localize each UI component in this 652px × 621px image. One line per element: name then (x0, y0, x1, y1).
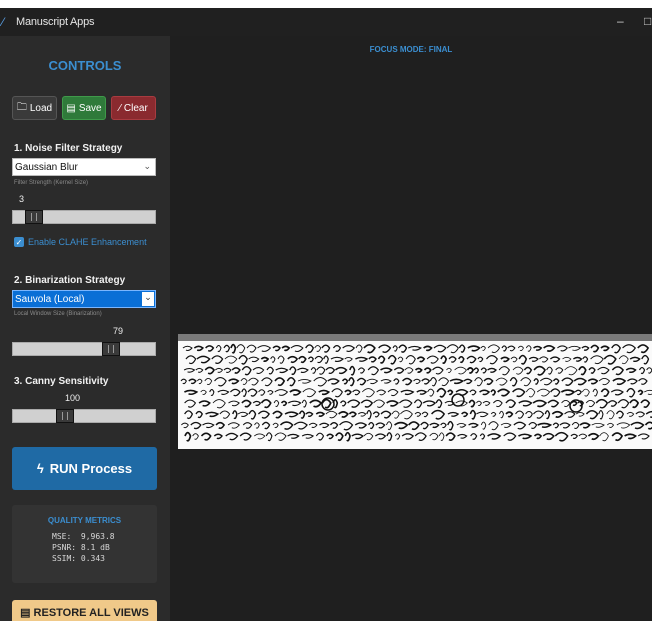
quality-metrics-panel: QUALITY METRICS MSE: 9,963.8 PSNR: 8.1 d… (12, 505, 157, 583)
metric-psnr: PSNR: 8.1 dB (52, 543, 110, 552)
maximize-button[interactable]: □ (644, 14, 651, 28)
restore-all-views-button[interactable]: ▤ RESTORE ALL VIEWS (12, 600, 157, 621)
lightning-icon: ϟ (36, 461, 44, 476)
binarization-select[interactable]: Sauvola (Local) ⌄ (12, 290, 156, 308)
slider-thumb[interactable] (25, 210, 43, 224)
canny-label: 3. Canny Sensitivity (14, 376, 109, 387)
window-size-slider[interactable] (12, 342, 156, 356)
clahe-toggle[interactable]: ✓ Enable CLAHE Enhancement (14, 237, 147, 247)
chevron-down-icon: ⌄ (142, 292, 154, 306)
image-view-area: FOCUS MODE: FINAL (170, 36, 652, 621)
brush-icon: ⁄ (119, 102, 121, 114)
filter-strength-slider[interactable] (12, 210, 156, 224)
canny-slider[interactable] (12, 409, 156, 423)
chevron-down-icon: ⌄ (143, 161, 151, 171)
filter-strength-label: Filter Strength (Kernel Size) (14, 180, 89, 186)
run-process-label: RUN Process (49, 461, 133, 476)
filter-strength-value: 3 (19, 194, 25, 204)
metric-ssim: SSIM: 0.343 (52, 554, 105, 563)
slider-thumb[interactable] (102, 342, 120, 356)
metrics-title: QUALITY METRICS (47, 516, 122, 525)
control-sidebar: CONTROLS 🗀 Load ▤ Save ⁄ Clear 1. Noise … (0, 36, 170, 621)
load-button[interactable]: 🗀 Load (12, 96, 57, 120)
metric-mse: MSE: 9,963.8 (52, 532, 115, 541)
run-process-button[interactable]: ϟ RUN Process (12, 447, 157, 490)
focus-mode-label: FOCUS MODE: FINAL (369, 45, 453, 54)
minimize-button[interactable]: – (617, 14, 624, 28)
manuscript-image (178, 334, 652, 449)
window-title: Manuscript Apps (16, 16, 95, 28)
save-icon: ▤ (20, 607, 31, 619)
clear-button-label: Clear (123, 102, 148, 114)
slider-thumb[interactable] (56, 409, 74, 423)
canny-value: 100 (65, 393, 81, 403)
folder-icon: 🗀 (16, 101, 27, 113)
save-icon: ▤ (66, 102, 76, 114)
noise-filter-label: 1. Noise Filter Strategy (14, 143, 123, 154)
noise-filter-select[interactable]: Gaussian Blur ⌄ (12, 158, 156, 176)
clear-button[interactable]: ⁄ Clear (111, 96, 156, 120)
save-button-label: Save (78, 102, 102, 114)
title-bar: ⁄ Manuscript Apps – □ (0, 8, 652, 36)
load-button-label: Load (29, 102, 53, 114)
binarization-label: 2. Binarization Strategy (14, 275, 126, 286)
window-size-value: 79 (113, 326, 124, 336)
controls-heading: CONTROLS (48, 58, 122, 73)
save-button[interactable]: ▤ Save (62, 96, 106, 120)
binarized-manuscript-graphic (178, 334, 652, 442)
clahe-label: Enable CLAHE Enhancement (28, 237, 147, 247)
binarization-selected: Sauvola (Local) (15, 293, 85, 305)
app-icon: ⁄ (2, 15, 5, 29)
restore-label: RESTORE ALL VIEWS (33, 607, 149, 619)
window-size-label: Local Window Size (Binarization) (14, 311, 102, 317)
noise-filter-selected: Gaussian Blur (15, 161, 78, 173)
checkbox-checked-icon[interactable]: ✓ (14, 237, 24, 247)
